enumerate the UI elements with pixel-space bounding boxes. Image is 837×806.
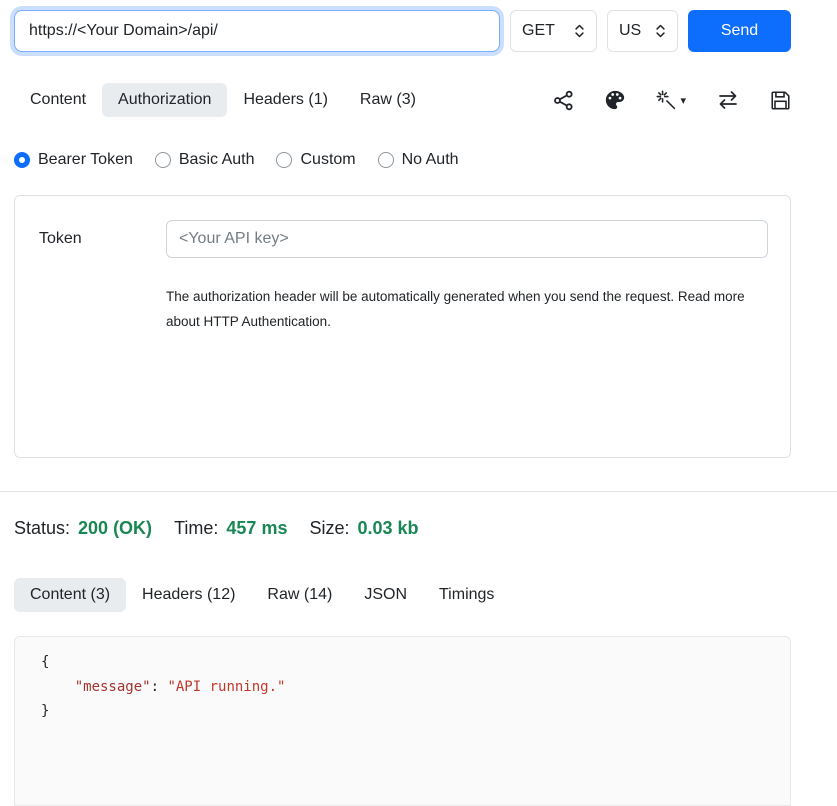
auth-type-row: Bearer Token Basic Auth Custom No Auth (14, 151, 791, 169)
swap-arrows-icon (716, 89, 740, 111)
radio-bearer-token[interactable]: Bearer Token (14, 151, 133, 169)
palette-icon (604, 89, 626, 111)
chevron-expand-icon (655, 23, 666, 39)
request-bar: GET US Send (14, 10, 791, 52)
send-button[interactable]: Send (688, 10, 791, 52)
tab-response-timings[interactable]: Timings (423, 578, 510, 612)
tab-response-json[interactable]: JSON (348, 578, 423, 612)
auth-help-text: The authorization header will be automat… (166, 284, 754, 334)
chevron-expand-icon (574, 23, 585, 39)
radio-icon (276, 152, 292, 168)
tab-authorization[interactable]: Authorization (102, 83, 227, 117)
radio-custom[interactable]: Custom (276, 151, 355, 169)
tab-raw[interactable]: Raw (3) (344, 83, 432, 117)
tab-response-content[interactable]: Content (3) (14, 578, 126, 612)
status-value: 200 (OK) (78, 518, 152, 539)
json-open-brace: { (41, 654, 49, 670)
time-value: 457 ms (226, 518, 287, 539)
tab-response-raw[interactable]: Raw (14) (251, 578, 348, 612)
size-label: Size: (309, 518, 349, 539)
share-button[interactable] (553, 90, 574, 111)
tab-response-headers[interactable]: Headers (12) (126, 578, 251, 612)
radio-basic-auth[interactable]: Basic Auth (155, 151, 255, 169)
region-select[interactable]: US (607, 10, 678, 52)
json-key: "message" (75, 679, 151, 695)
method-select-value: GET (522, 22, 555, 40)
tab-content[interactable]: Content (14, 83, 102, 117)
radio-label: No Auth (402, 151, 459, 169)
method-select[interactable]: GET (510, 10, 597, 52)
bearer-token-panel: Token The authorization header will be a… (14, 195, 791, 458)
swap-button[interactable] (716, 89, 740, 111)
response-json-code: { "message": "API running." } (41, 650, 790, 724)
token-input[interactable] (166, 220, 768, 258)
section-divider (0, 491, 837, 492)
radio-icon (378, 152, 394, 168)
caret-down-icon: ▾ (680, 94, 686, 107)
status-label: Status: (14, 518, 70, 539)
radio-label: Basic Auth (179, 151, 255, 169)
radio-icon (155, 152, 171, 168)
token-label: Token (39, 230, 166, 248)
url-input[interactable] (14, 10, 500, 52)
magic-menu-button[interactable]: ▾ (656, 90, 686, 111)
response-tabs: Content (3) Headers (12) Raw (14) JSON T… (14, 578, 791, 612)
magic-icon (656, 90, 677, 111)
radio-icon (14, 152, 30, 168)
region-select-value: US (619, 22, 641, 40)
response-status-row: Status: 200 (OK) Time: 457 ms Size: 0.03… (14, 518, 791, 539)
request-tabs: Content Authorization Headers (1) Raw (3… (14, 83, 432, 117)
api-client-page: GET US Send Content Authorization Header… (0, 10, 837, 806)
share-icon (553, 90, 574, 111)
save-button[interactable] (770, 90, 791, 111)
radio-no-auth[interactable]: No Auth (378, 151, 459, 169)
theme-button[interactable] (604, 89, 626, 111)
radio-label: Custom (300, 151, 355, 169)
json-close-brace: } (41, 703, 49, 719)
time-label: Time: (174, 518, 218, 539)
json-string-value: "API running." (167, 679, 285, 695)
size-value: 0.03 kb (358, 518, 419, 539)
json-indent (41, 679, 75, 695)
save-icon (770, 90, 791, 111)
request-toolbar: ▾ (553, 89, 791, 111)
request-tabs-row: Content Authorization Headers (1) Raw (3… (14, 83, 791, 117)
json-colon: : (151, 679, 168, 695)
response-body-panel: { "message": "API running." } (14, 636, 791, 806)
radio-label: Bearer Token (38, 151, 133, 169)
tab-headers[interactable]: Headers (1) (227, 83, 343, 117)
